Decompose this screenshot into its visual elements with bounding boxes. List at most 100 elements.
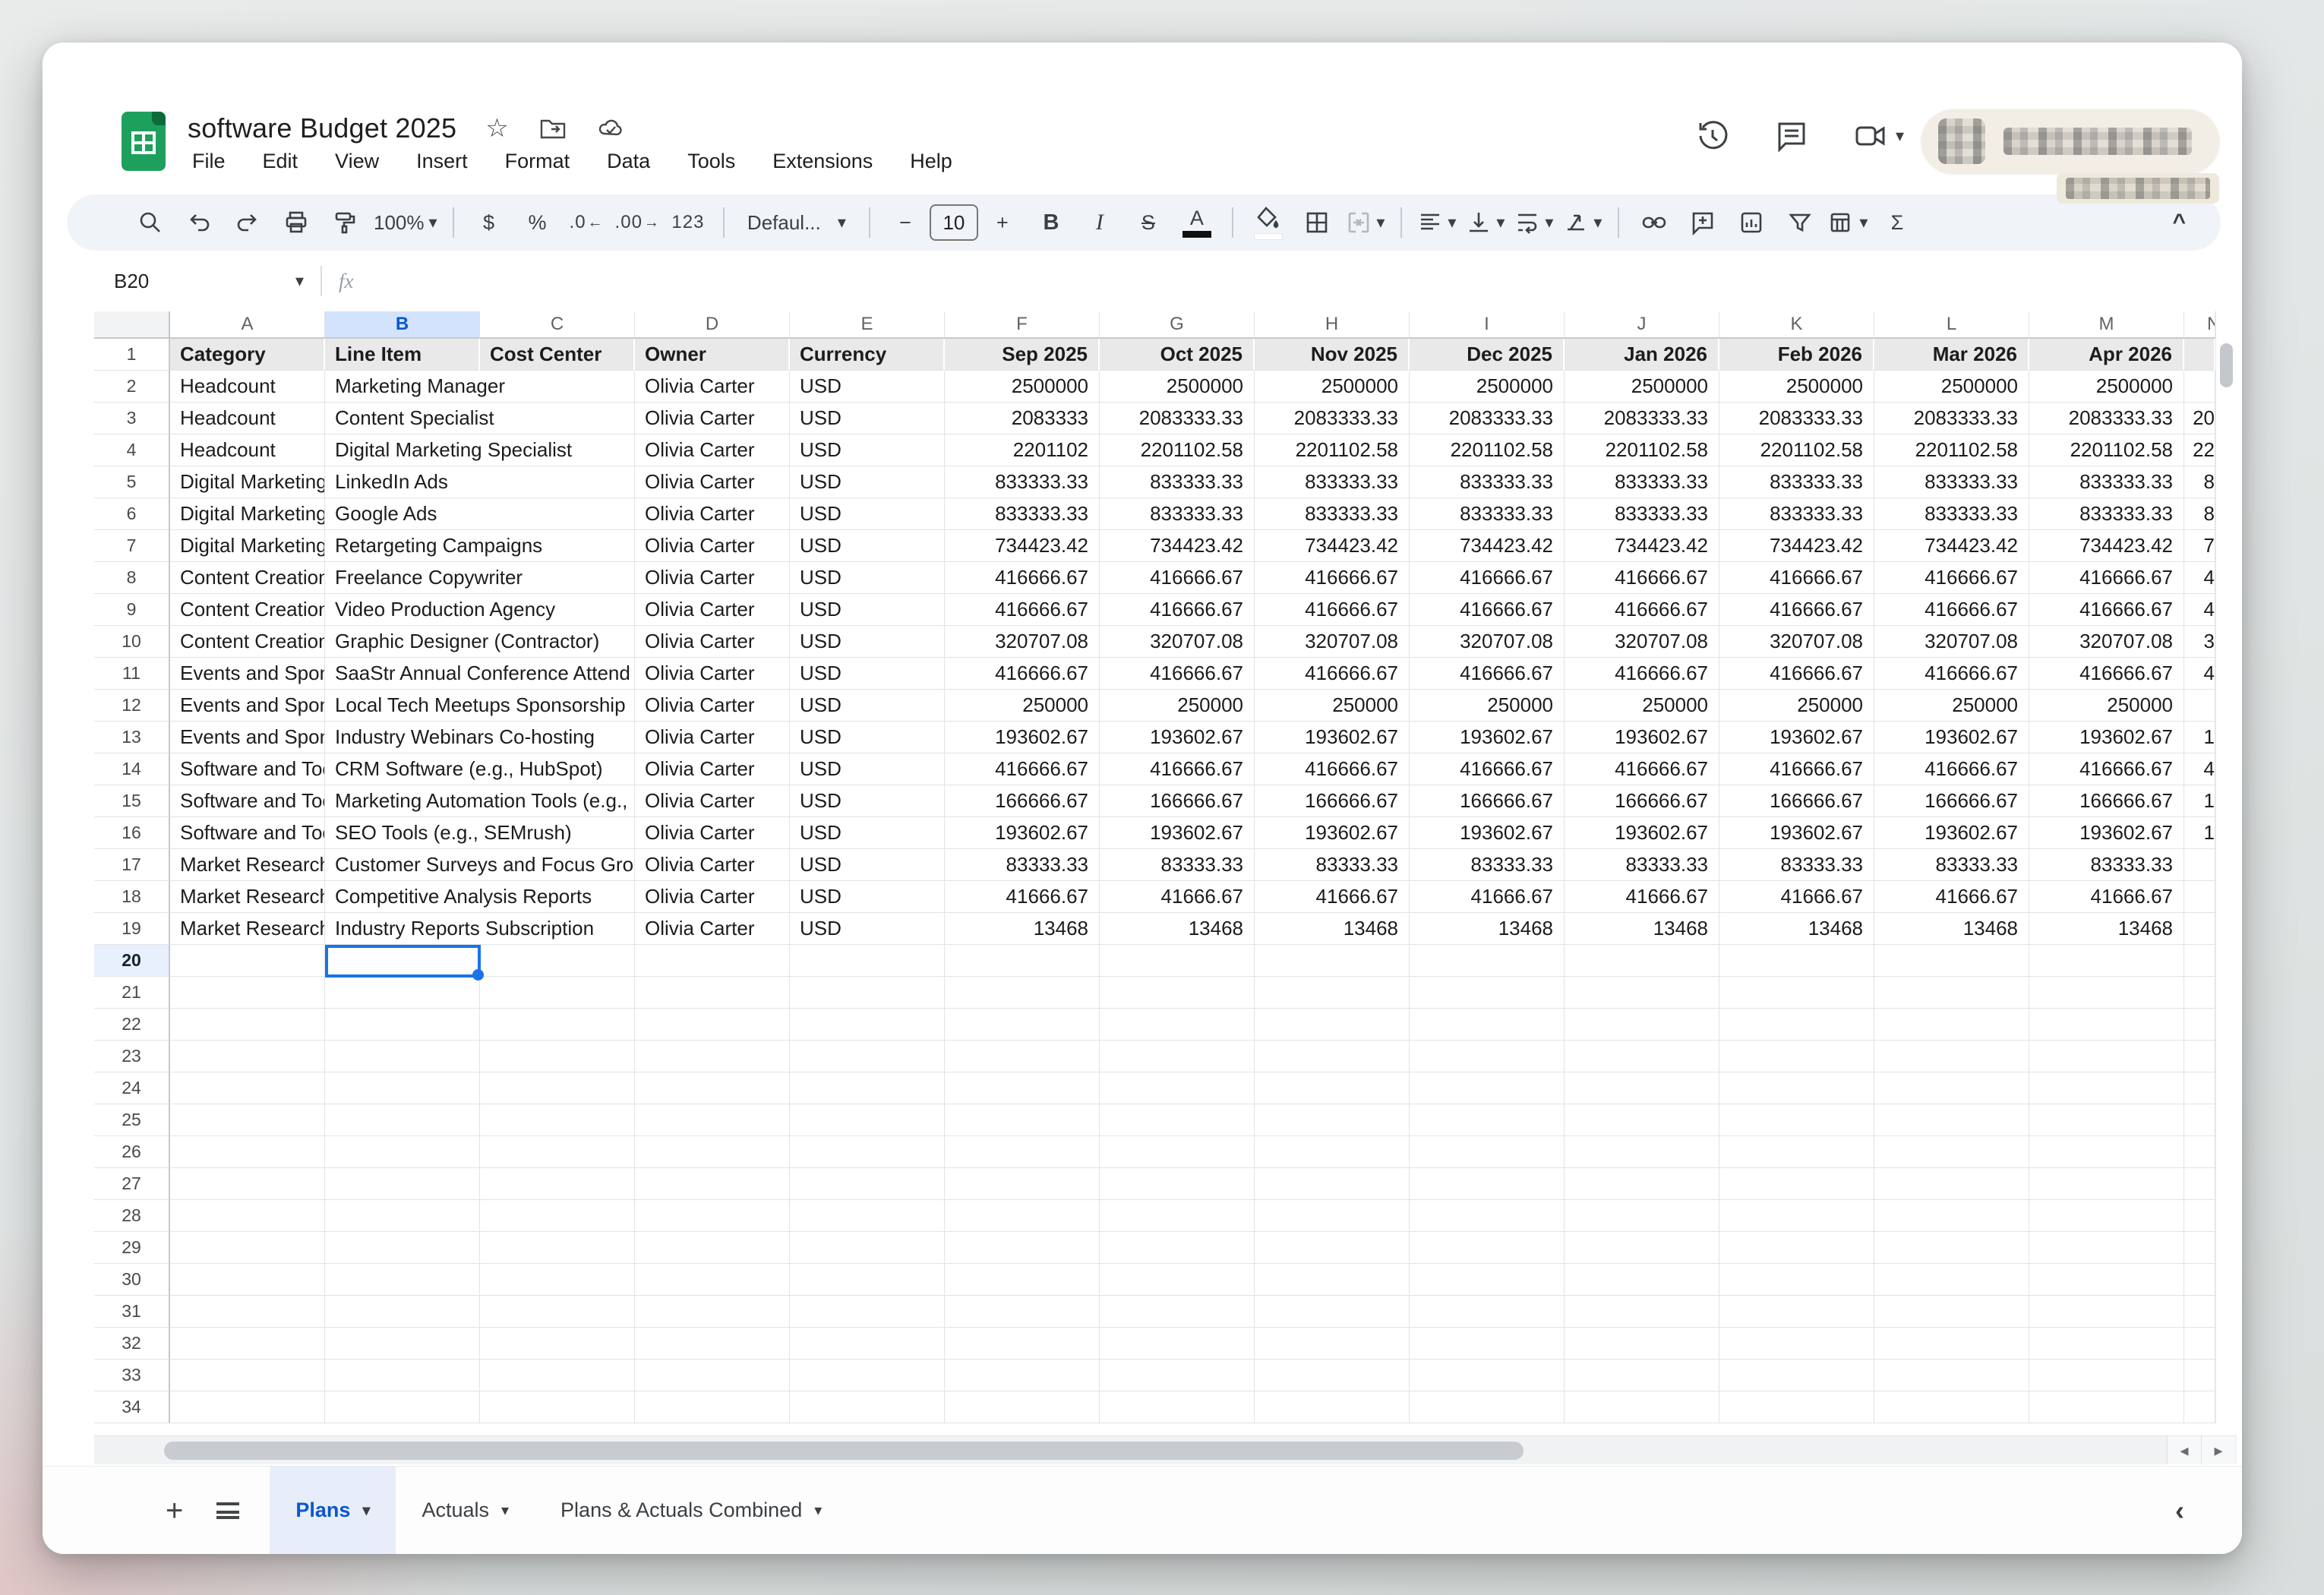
cell-A8[interactable]: Content Creation: [170, 562, 325, 594]
cell-K22[interactable]: [1719, 1009, 1874, 1041]
cell-D3[interactable]: Olivia Carter: [635, 403, 790, 434]
cell-F28[interactable]: [945, 1200, 1100, 1232]
row-header-32[interactable]: 32: [94, 1328, 170, 1360]
cell-K14[interactable]: 416666.67: [1719, 753, 1874, 785]
cell-A9[interactable]: Content Creation: [170, 594, 325, 626]
cell-N23-clipped[interactable]: [2184, 1041, 2215, 1072]
cell-J29[interactable]: [1565, 1232, 1719, 1264]
cell-I25[interactable]: [1410, 1104, 1565, 1136]
cell-N26-clipped[interactable]: [2184, 1136, 2215, 1168]
cell-H14[interactable]: 416666.67: [1255, 753, 1410, 785]
fill-color-button[interactable]: [1249, 202, 1288, 243]
cell-J32[interactable]: [1565, 1328, 1719, 1360]
cell-N6-clipped[interactable]: 8: [2184, 498, 2215, 530]
cell-A5[interactable]: Digital Marketing: [170, 466, 325, 498]
cell-J14[interactable]: 416666.67: [1565, 753, 1719, 785]
cell-L25[interactable]: [1874, 1104, 2029, 1136]
cell-H8[interactable]: 416666.67: [1255, 562, 1410, 594]
cell-C30[interactable]: [480, 1264, 635, 1296]
cell-B28[interactable]: [325, 1200, 480, 1232]
cell-E2[interactable]: USD: [790, 371, 945, 403]
cell-D23[interactable]: [635, 1041, 790, 1072]
cell-E16[interactable]: USD: [790, 817, 945, 849]
cell-F4[interactable]: 2201102: [945, 434, 1100, 466]
cell-G3[interactable]: 2083333.33: [1100, 403, 1255, 434]
cell-B18[interactable]: Competitive Analysis Reports: [325, 881, 635, 913]
cell-M28[interactable]: [2029, 1200, 2184, 1232]
move-folder-icon[interactable]: [539, 115, 567, 142]
row-header-2[interactable]: 2: [94, 371, 170, 403]
cell-K33[interactable]: [1719, 1360, 1874, 1391]
cell-D15[interactable]: Olivia Carter: [635, 785, 790, 817]
cell-F2[interactable]: 2500000: [945, 371, 1100, 403]
cell-I20[interactable]: [1410, 945, 1565, 977]
cell-E34[interactable]: [790, 1391, 945, 1423]
avatar[interactable]: [1938, 118, 1985, 164]
cell-K30[interactable]: [1719, 1264, 1874, 1296]
cell-M2[interactable]: 2500000: [2029, 371, 2184, 403]
cell-M22[interactable]: [2029, 1009, 2184, 1041]
cell-D5[interactable]: Olivia Carter: [635, 466, 790, 498]
cell-C29[interactable]: [480, 1232, 635, 1264]
cell-J23[interactable]: [1565, 1041, 1719, 1072]
meet-camera-icon[interactable]: [1853, 118, 1888, 153]
cell-J3[interactable]: 2083333.33: [1565, 403, 1719, 434]
cell-C23[interactable]: [480, 1041, 635, 1072]
cell-H7[interactable]: 734423.42: [1255, 530, 1410, 562]
menu-data[interactable]: Data: [602, 147, 655, 175]
cell-H15[interactable]: 166666.67: [1255, 785, 1410, 817]
cell-I28[interactable]: [1410, 1200, 1565, 1232]
cell-K9[interactable]: 416666.67: [1719, 594, 1874, 626]
column-header-K[interactable]: K: [1719, 311, 1874, 339]
cell-K2[interactable]: 2500000: [1719, 371, 1874, 403]
cell-L21[interactable]: [1874, 977, 2029, 1009]
cell-E32[interactable]: [790, 1328, 945, 1360]
cell-M4[interactable]: 2201102.58: [2029, 434, 2184, 466]
cell-F7[interactable]: 734423.42: [945, 530, 1100, 562]
cell-B3[interactable]: Content Specialist: [325, 403, 635, 434]
row-header-25[interactable]: 25: [94, 1104, 170, 1136]
cell-N19-clipped[interactable]: [2184, 913, 2215, 945]
cell-N25-clipped[interactable]: [2184, 1104, 2215, 1136]
cell-B2[interactable]: Marketing Manager: [325, 371, 635, 403]
row-header-29[interactable]: 29: [94, 1232, 170, 1264]
cell-N24-clipped[interactable]: [2184, 1072, 2215, 1104]
cell-D28[interactable]: [635, 1200, 790, 1232]
cell-I29[interactable]: [1410, 1232, 1565, 1264]
cell-N33-clipped[interactable]: [2184, 1360, 2215, 1391]
cell-A34[interactable]: [170, 1391, 325, 1423]
cell-B14[interactable]: CRM Software (e.g., HubSpot): [325, 753, 635, 785]
cell-F25[interactable]: [945, 1104, 1100, 1136]
cell-F3[interactable]: 2083333: [945, 403, 1100, 434]
row-header-3[interactable]: 3: [94, 403, 170, 434]
cell-N10-clipped[interactable]: 3: [2184, 626, 2215, 658]
horizontal-scrollbar-thumb[interactable]: [164, 1442, 1524, 1460]
column-header-C[interactable]: C: [480, 311, 635, 339]
cell-K7[interactable]: 734423.42: [1719, 530, 1874, 562]
cell-A7[interactable]: Digital Marketing: [170, 530, 325, 562]
cell-E33[interactable]: [790, 1360, 945, 1391]
cell-N29-clipped[interactable]: [2184, 1232, 2215, 1264]
cell-B29[interactable]: [325, 1232, 480, 1264]
cell-M13[interactable]: 193602.67: [2029, 722, 2184, 753]
cell-J21[interactable]: [1565, 977, 1719, 1009]
cell-K15[interactable]: 166666.67: [1719, 785, 1874, 817]
cell-B26[interactable]: [325, 1136, 480, 1168]
cell-H30[interactable]: [1255, 1264, 1410, 1296]
cell-M32[interactable]: [2029, 1328, 2184, 1360]
cell-I32[interactable]: [1410, 1328, 1565, 1360]
cell-N7-clipped[interactable]: 7: [2184, 530, 2215, 562]
borders-button[interactable]: [1297, 202, 1337, 243]
column-header-F[interactable]: F: [945, 311, 1100, 339]
decrease-font-size-button[interactable]: −: [886, 202, 925, 243]
cell-D25[interactable]: [635, 1104, 790, 1136]
cell-B6[interactable]: Google Ads: [325, 498, 635, 530]
row-header-18[interactable]: 18: [94, 881, 170, 913]
cell-L28[interactable]: [1874, 1200, 2029, 1232]
cell-I19[interactable]: 13468: [1410, 913, 1565, 945]
cell-M26[interactable]: [2029, 1136, 2184, 1168]
cell-L18[interactable]: 41666.67: [1874, 881, 2029, 913]
cell-C28[interactable]: [480, 1200, 635, 1232]
cell-C34[interactable]: [480, 1391, 635, 1423]
row-header-12[interactable]: 12: [94, 690, 170, 722]
